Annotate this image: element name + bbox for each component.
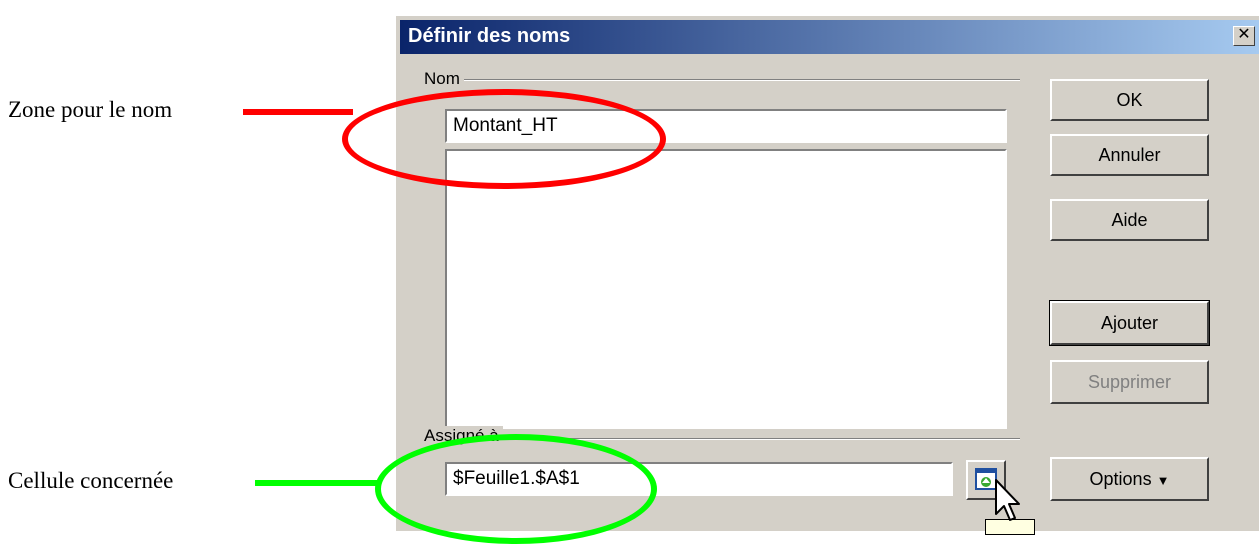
add-button[interactable]: Ajouter bbox=[1049, 300, 1210, 346]
close-button[interactable]: ✕ bbox=[1233, 26, 1255, 46]
mouse-cursor-icon bbox=[995, 479, 1020, 521]
chevron-down-icon: ▼ bbox=[1156, 473, 1170, 488]
green-highlight-ellipse bbox=[375, 434, 657, 544]
ok-button[interactable]: OK bbox=[1050, 79, 1209, 121]
annotation-green-pointer-line bbox=[255, 480, 380, 486]
annotation-cell-concerned: Cellule concernée bbox=[8, 468, 174, 493]
options-button[interactable]: Options ▼ bbox=[1050, 457, 1209, 501]
cancel-button[interactable]: Annuler bbox=[1050, 134, 1209, 176]
annotation-name-zone: Zone pour le nom bbox=[8, 97, 173, 122]
name-group-label: Nom bbox=[424, 69, 464, 89]
annotation-red-pointer-line bbox=[243, 109, 353, 115]
dialog-title: Définir des noms bbox=[408, 25, 571, 47]
help-button[interactable]: Aide bbox=[1050, 199, 1209, 241]
options-label: Options bbox=[1089, 469, 1152, 489]
close-icon: ✕ bbox=[1237, 26, 1251, 43]
red-highlight-ellipse bbox=[342, 89, 666, 189]
dialog-title-bar: Définir des noms ✕ bbox=[400, 20, 1259, 54]
delete-button[interactable]: Supprimer bbox=[1050, 360, 1209, 404]
name-group-line bbox=[424, 79, 1020, 81]
names-list[interactable] bbox=[445, 149, 1007, 429]
